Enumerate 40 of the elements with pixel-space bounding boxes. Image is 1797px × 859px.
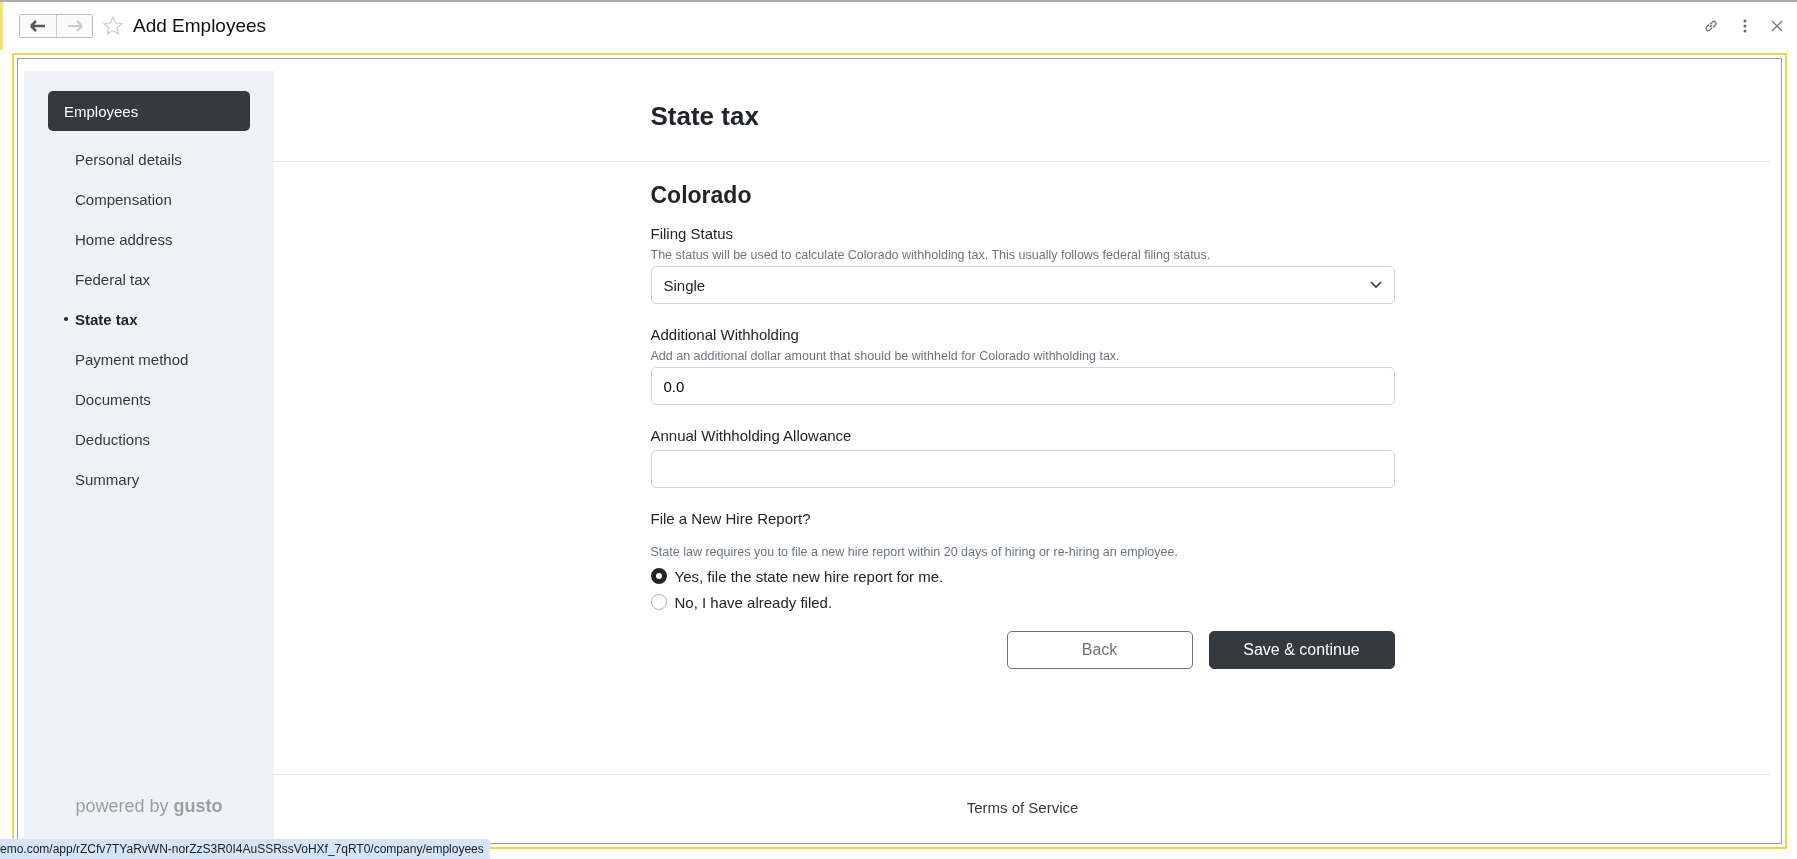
sidebar-item[interactable]: Documents: [48, 379, 250, 419]
sidebar-item[interactable]: State tax: [48, 299, 250, 339]
field-label: Additional Withholding: [650, 326, 800, 343]
radio-label[interactable]: Yes, file the state new hire report for me.: [674, 567, 944, 585]
sidebar-item[interactable]: Home address: [48, 219, 250, 259]
terms-of-service-link[interactable]: Terms of Service: [966, 798, 1079, 816]
field-label: File a New Hire Report?: [650, 510, 812, 527]
close-icon[interactable]: [1771, 20, 1783, 32]
input-field[interactable]: [650, 450, 1395, 488]
sidebar-item[interactable]: Federal tax: [48, 259, 250, 299]
sidebar-item[interactable]: Payment method: [48, 339, 250, 379]
more-options-icon[interactable]: [1743, 19, 1747, 33]
link-icon[interactable]: [1703, 18, 1719, 34]
filing-status-dropdown[interactable]: Single: [650, 266, 1395, 304]
field-hint: Add an additional dollar amount that should be withheld for Colorado withholding tax.: [650, 349, 1121, 363]
powered-by-logo: powered by gusto: [74, 796, 224, 817]
star-icon[interactable]: [103, 16, 123, 36]
sidebar-item[interactable]: Personal details: [48, 139, 250, 179]
sidebar-item[interactable]: Compensation: [48, 179, 250, 219]
left-arrow-icon: [30, 20, 46, 32]
input-field[interactable]: 0.0: [650, 367, 1395, 405]
status-bar-url: emo.com/app/rZCfv7TYaRvWN-norZzS3R0I4AuSSRssVoHXf_7qRT0/company/employees: [0, 839, 490, 859]
field-label: Annual Withholding Allowance: [650, 427, 853, 444]
field-hint: The status will be used to calculate Colorado withholding tax. This usually follows federal filing status.: [650, 248, 1212, 262]
sidebar-item[interactable]: Summary: [48, 459, 250, 499]
section-heading: Colorado: [650, 182, 753, 209]
radio-label[interactable]: No, I have already filed.: [674, 593, 833, 611]
sidebar-section-header[interactable]: Employees: [48, 91, 250, 131]
page-title: State tax: [650, 100, 760, 132]
back-button[interactable]: Back: [1006, 631, 1193, 669]
back-arrow-button[interactable]: [20, 15, 56, 37]
window-title: Add Employees: [133, 15, 267, 37]
sidebar-item[interactable]: Deductions: [48, 419, 250, 459]
radio-button[interactable]: [650, 594, 667, 610]
chevron-down-icon: [1369, 281, 1382, 289]
field-hint: State law requires you to file a new hire report within 20 days of hiring or re-hiring an employee.: [650, 545, 1179, 559]
right-arrow-icon: [66, 20, 83, 32]
field-label: Filing Status: [650, 225, 735, 242]
radio-button[interactable]: [650, 568, 667, 584]
save-continue-button[interactable]: Save & continue: [1208, 631, 1395, 669]
